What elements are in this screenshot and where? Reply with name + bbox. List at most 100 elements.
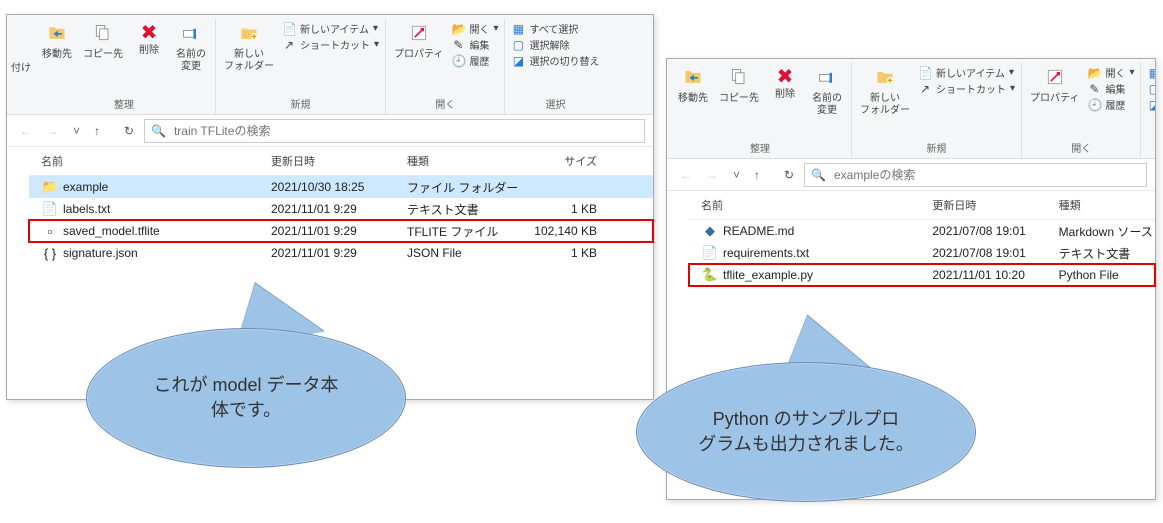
- properties-icon: [1045, 67, 1065, 91]
- delete-button[interactable]: ✖ 削除: [767, 65, 803, 103]
- header-size[interactable]: サイズ: [517, 151, 617, 171]
- select-none-icon: ▢: [1147, 82, 1155, 96]
- invert-icon: ◪: [1147, 98, 1155, 112]
- history-icon: 🕘: [451, 54, 465, 68]
- group-label-new: 新規: [927, 138, 947, 158]
- file-name: tflite_example.py: [723, 268, 813, 282]
- back-button[interactable]: ←: [675, 164, 697, 186]
- refresh-button[interactable]: ↻: [118, 120, 140, 142]
- file-name: saved_model.tflite: [63, 224, 160, 238]
- back-button[interactable]: ←: [15, 120, 37, 142]
- copy-icon: [93, 23, 113, 47]
- file-date: 2021/07/08 19:01: [926, 244, 1052, 262]
- chevron-down-icon: ˅: [73, 124, 80, 138]
- column-headers: 名前 更新日時 種類 サイズ: [29, 147, 653, 176]
- file-type: テキスト文書: [401, 199, 517, 220]
- properties-button[interactable]: プロパティ: [392, 21, 445, 63]
- new-item-button[interactable]: 📄 新しいアイテム ▾: [918, 65, 1015, 80]
- chevron-down-icon: ▾: [374, 39, 379, 50]
- ribbon-group-organize: 移動先 コピー先 ✖ 削除 名前の 変更: [33, 19, 216, 114]
- move-icon: [47, 23, 67, 47]
- nav-bar: ← → ˅ ↑ ↻ 🔍: [667, 159, 1155, 191]
- file-row[interactable]: ◆README.md2021/07/08 19:01Markdown ソース: [689, 220, 1155, 242]
- copy-to-button[interactable]: コピー先: [81, 21, 125, 63]
- shortcut-button[interactable]: ↗ ショートカット ▾: [282, 37, 379, 52]
- file-name: example: [63, 180, 108, 194]
- search-input[interactable]: [832, 167, 1140, 183]
- up-button[interactable]: ↑: [746, 164, 768, 186]
- select-none-button[interactable]: ▢ 選択解除: [1147, 81, 1155, 96]
- column-headers: 名前 更新日時 種類: [689, 191, 1155, 220]
- file-date: 2021/11/01 9:29: [265, 200, 401, 218]
- history-button[interactable]: 🕘 履歴: [451, 53, 498, 68]
- search-box[interactable]: 🔍: [804, 163, 1147, 187]
- file-size: [517, 185, 617, 189]
- rename-button[interactable]: 名前の 変更: [809, 65, 845, 119]
- select-all-button[interactable]: ▦ すべて選択: [1147, 65, 1155, 80]
- file-icon: ▫: [41, 224, 59, 239]
- group-label-organize: 整理: [750, 138, 770, 158]
- address-bar[interactable]: ˅ ↑: [727, 164, 774, 186]
- shortcut-icon: ↗: [918, 82, 932, 96]
- invert-selection-button[interactable]: ◪ 選択の切り替え: [511, 53, 599, 68]
- file-list: 📁example2021/10/30 18:25ファイル フォルダー📄label…: [29, 176, 653, 264]
- file-row[interactable]: 📄requirements.txt2021/07/08 19:01テキスト文書: [689, 242, 1155, 264]
- header-name[interactable]: 名前: [689, 195, 926, 215]
- address-bar[interactable]: ˅ ↑: [67, 120, 114, 142]
- file-size: 1 KB: [517, 244, 617, 262]
- chevron-down-icon: ▾: [1010, 83, 1015, 94]
- refresh-button[interactable]: ↻: [778, 164, 800, 186]
- chevron-down-icon: ˅: [733, 168, 740, 182]
- header-name[interactable]: 名前: [29, 151, 265, 171]
- invert-selection-button[interactable]: ◪ 選択の切り: [1147, 97, 1155, 112]
- file-row[interactable]: ▫saved_model.tflite2021/11/01 9:29TFLITE…: [29, 220, 653, 242]
- open-button[interactable]: 📂 開く ▾: [1087, 65, 1134, 80]
- file-row[interactable]: 📁example2021/10/30 18:25ファイル フォルダー: [29, 176, 653, 198]
- header-type[interactable]: 種類: [401, 151, 517, 171]
- file-date: 2021/11/01 9:29: [265, 244, 401, 262]
- up-button[interactable]: ↑: [86, 120, 108, 142]
- file-name: requirements.txt: [723, 246, 809, 260]
- copy-icon: [729, 67, 749, 91]
- search-icon: 🔍: [811, 168, 826, 182]
- select-none-button[interactable]: ▢ 選択解除: [511, 37, 599, 52]
- shortcut-button[interactable]: ↗ ショートカット ▾: [918, 81, 1015, 96]
- file-row[interactable]: 🐍tflite_example.py2021/11/01 10:20Python…: [689, 264, 1155, 286]
- search-box[interactable]: 🔍: [144, 119, 645, 143]
- file-row[interactable]: { }signature.json2021/11/01 9:29JSON Fil…: [29, 242, 653, 264]
- file-type: テキスト文書: [1053, 243, 1155, 264]
- select-all-button[interactable]: ▦ すべて選択: [511, 21, 599, 36]
- new-folder-button[interactable]: 新しい フォルダー: [222, 21, 276, 75]
- callout-1: これが model データ本 体です。: [86, 328, 406, 468]
- search-input[interactable]: [172, 123, 638, 139]
- forward-button[interactable]: →: [701, 164, 723, 186]
- move-to-button[interactable]: 移動先: [675, 65, 711, 107]
- ribbon-group-select: ▦ すべて選択 ▢ 選択解除 ◪ 選択の切り 選択: [1141, 63, 1155, 158]
- edit-button[interactable]: ✎ 編集: [1087, 81, 1134, 96]
- folder-icon: 📁: [41, 179, 59, 195]
- file-date: 2021/07/08 19:01: [926, 222, 1052, 240]
- move-to-button[interactable]: 移動先: [39, 21, 75, 63]
- file-date: 2021/10/30 18:25: [265, 178, 401, 196]
- new-item-button[interactable]: 📄 新しいアイテム ▾: [282, 21, 379, 36]
- delete-button[interactable]: ✖ 削除: [131, 21, 167, 59]
- history-button[interactable]: 🕘 履歴: [1087, 97, 1134, 112]
- rename-button[interactable]: 名前の 変更: [173, 21, 209, 75]
- markdown-file-icon: ◆: [701, 223, 719, 239]
- ribbon-group-open: プロパティ 📂 開く ▾ ✎ 編集 🕘 履歴: [1022, 63, 1141, 158]
- properties-button[interactable]: プロパティ: [1028, 65, 1081, 107]
- rename-icon: [181, 23, 201, 47]
- edit-button[interactable]: ✎ 編集: [451, 37, 498, 52]
- new-folder-button[interactable]: 新しい フォルダー: [858, 65, 912, 119]
- header-date[interactable]: 更新日時: [265, 151, 401, 171]
- open-button[interactable]: 📂 開く ▾: [451, 21, 498, 36]
- copy-to-button[interactable]: コピー先: [717, 65, 761, 107]
- chevron-down-icon: ▾: [1129, 67, 1134, 78]
- file-row[interactable]: 📄labels.txt2021/11/01 9:29テキスト文書1 KB: [29, 198, 653, 220]
- header-type[interactable]: 種類: [1053, 195, 1155, 215]
- ribbon-group-select: ▦ すべて選択 ▢ 選択解除 ◪ 選択の切り替え 選択: [505, 19, 605, 114]
- ribbon-group-organize: 移動先 コピー先 ✖ 削除 名前の 変更: [669, 63, 852, 158]
- file-type: Markdown ソース: [1053, 221, 1155, 242]
- header-date[interactable]: 更新日時: [926, 195, 1052, 215]
- forward-button[interactable]: →: [41, 120, 63, 142]
